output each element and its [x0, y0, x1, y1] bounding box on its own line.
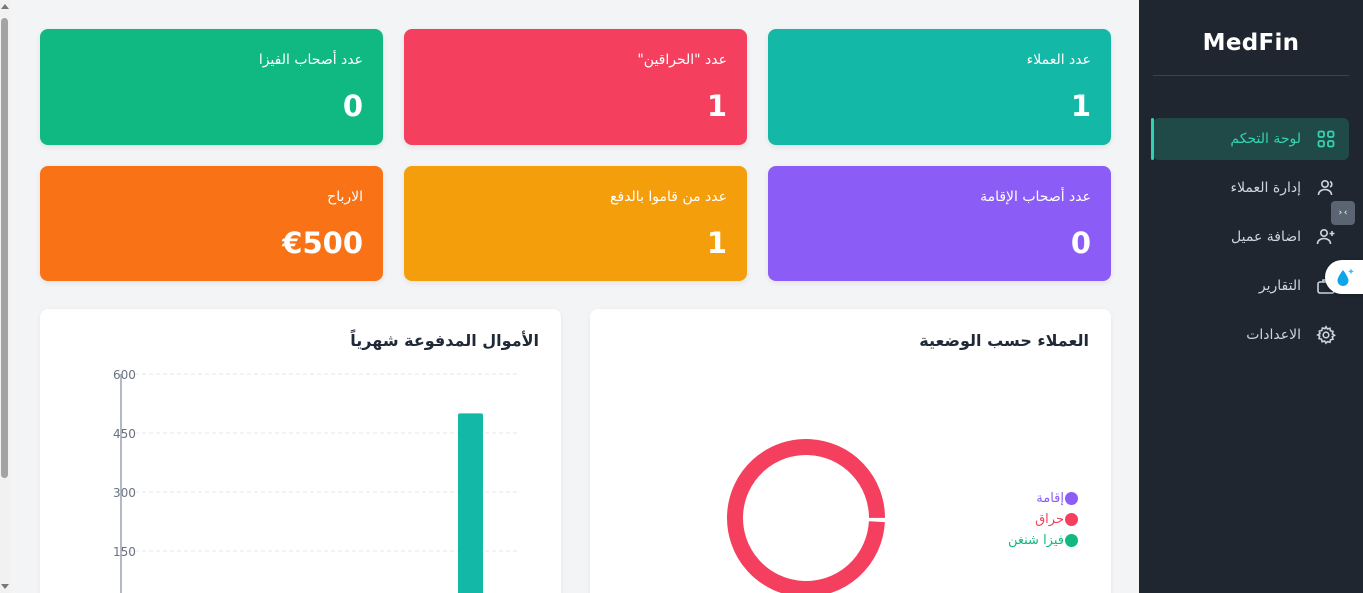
stat-label: عدد أصحاب الإقامة: [980, 189, 1091, 205]
y-tick-label: 300: [113, 486, 136, 500]
gear-icon: [1315, 324, 1337, 346]
code-widget-icon[interactable]: ›‹: [1331, 201, 1355, 225]
sidebar-item-label: الاعدادات: [1246, 327, 1301, 343]
stat-card-clients: عدد العملاء 1: [768, 29, 1111, 145]
legend-item-schengen[interactable]: فيزا شنغن: [998, 530, 1078, 551]
sidebar-item-reports[interactable]: التقارير: [1153, 265, 1349, 307]
bar: [458, 413, 483, 593]
legend-item-residence[interactable]: إقامة: [998, 488, 1078, 509]
sidebar-item-add-client[interactable]: اضافة عميل: [1153, 216, 1349, 258]
legend-label: إقامة: [1036, 491, 1064, 506]
stat-label: الارباح: [327, 189, 363, 205]
brand-logo[interactable]: MedFin: [1139, 30, 1363, 56]
scroll-up-arrow-icon[interactable]: [1, 4, 9, 9]
stat-card-profits: الارباح €500: [40, 166, 383, 281]
legend-swatch: [1065, 534, 1078, 547]
sidebar-item-label: اضافة عميل: [1231, 229, 1301, 245]
page-scrollbar[interactable]: [0, 0, 10, 593]
donut-slice: [727, 439, 885, 593]
users-icon: [1315, 177, 1337, 199]
stat-value: 1: [1070, 89, 1091, 123]
sidebar-item-label: إدارة العملاء: [1230, 180, 1302, 196]
donut-legend: إقامة حراق فيزا شنغن: [998, 488, 1078, 551]
y-tick-label: 150: [113, 545, 136, 559]
water-drop-widget-icon[interactable]: [1325, 260, 1363, 294]
stat-card-paid: عدد من قاموا بالدفع 1: [404, 166, 747, 281]
stat-card-residence: عدد أصحاب الإقامة 0: [768, 166, 1111, 281]
stat-value: 0: [1070, 226, 1091, 260]
y-tick-label: 450: [113, 427, 136, 441]
stat-label: عدد من قاموا بالدفع: [610, 189, 727, 205]
sidebar-item-clients[interactable]: إدارة العملاء: [1153, 167, 1349, 209]
user-plus-icon: [1315, 226, 1337, 248]
sidebar-item-settings[interactable]: الاعدادات: [1153, 314, 1349, 356]
sidebar: MedFin لوحة التحكم إدارة العملاء اضافة ع…: [1139, 0, 1363, 593]
stat-value: 0: [342, 89, 363, 123]
scroll-down-arrow-icon[interactable]: [1, 584, 9, 589]
sidebar-nav: لوحة التحكم إدارة العملاء اضافة عميل الت…: [1151, 118, 1349, 363]
legend-label: فيزا شنغن: [1007, 533, 1064, 548]
stat-label: عدد أصحاب الفيزا: [258, 52, 363, 68]
legend-item-harraga[interactable]: حراق: [998, 509, 1078, 530]
stat-value: 1: [706, 89, 727, 123]
legend-label: حراق: [1035, 512, 1064, 527]
monthly-payments-panel: الأموال المدفوعة شهرياً 150 300 450 600: [40, 309, 561, 593]
grid-icon: [1315, 128, 1337, 150]
scrollbar-thumb[interactable]: [1, 18, 8, 478]
sidebar-item-dashboard[interactable]: لوحة التحكم: [1151, 118, 1349, 160]
y-tick-label: 600: [113, 368, 136, 382]
stat-value: 1: [706, 226, 727, 260]
app-root: عدد العملاء 1 عدد "الحراقين" 1 عدد أصحاب…: [0, 0, 1363, 593]
bar-chart: 150 300 450 600: [113, 368, 520, 593]
stat-label: عدد العملاء: [1026, 52, 1091, 68]
legend-swatch: [1065, 492, 1078, 505]
sidebar-item-label: التقارير: [1258, 278, 1301, 294]
divider: [1153, 75, 1349, 76]
legend-swatch: [1065, 513, 1078, 526]
stat-label: عدد "الحراقين": [637, 52, 727, 68]
stat-card-harraga: عدد "الحراقين" 1: [404, 29, 747, 145]
stat-value: €500: [282, 226, 363, 260]
stat-card-visa: عدد أصحاب الفيزا 0: [40, 29, 383, 145]
sidebar-item-label: لوحة التحكم: [1230, 131, 1301, 147]
clients-by-status-panel: العملاء حسب الوضعية إقامة حراق فيزا شنغن: [590, 309, 1111, 593]
